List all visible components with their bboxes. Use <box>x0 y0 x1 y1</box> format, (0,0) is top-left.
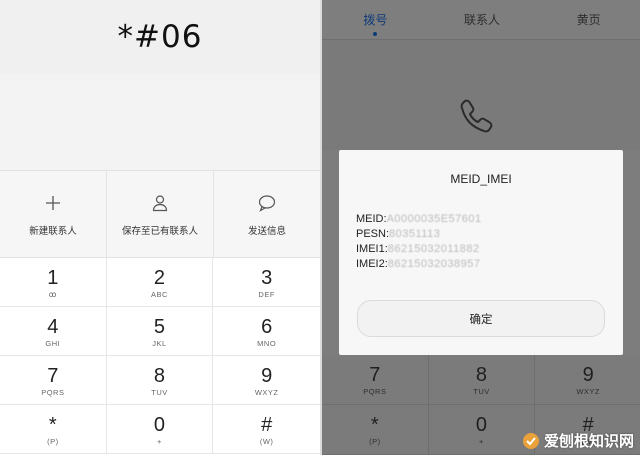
imei2-line: IMEI2:86215032038957 <box>356 257 482 272</box>
save-to-contact-label: 保存至已有联系人 <box>121 226 198 237</box>
tab-dialer[interactable]: 拨号 <box>322 0 429 39</box>
meid-line: MEID:A0000035E57601 <box>356 212 482 227</box>
phone-handset-icon <box>460 99 493 133</box>
key-0[interactable]: 0 + <box>106 405 214 454</box>
site-watermark: 爱刨根知识网 <box>522 430 634 451</box>
key-letters: (P) <box>369 437 381 446</box>
key-digit: * <box>48 413 57 436</box>
pesn-label: PESN: <box>356 228 390 240</box>
dialer-actions-row: 新建联系人 保存至已有联系人 发送信息 <box>0 170 320 258</box>
dialed-number: *#06 <box>117 19 203 55</box>
meid-label: MEID: <box>356 213 387 225</box>
key-letters: MNO <box>257 338 277 348</box>
dialog-title: MEID_IMEI <box>450 172 512 186</box>
key-digit: 0 <box>475 414 488 436</box>
dialog-body: MEID:A0000035E57601 PESN:80351113 IMEI1:… <box>356 212 482 272</box>
tab-dialer-label: 拨号 <box>363 13 388 27</box>
key-9[interactable]: 9 WXYZ <box>535 355 640 405</box>
key-5[interactable]: 5 JKL <box>106 307 214 356</box>
plus-icon <box>46 196 60 210</box>
send-message-label: 发送信息 <box>247 226 286 237</box>
key-star[interactable]: * (P) <box>0 405 107 454</box>
confirm-button[interactable]: 确定 <box>357 300 605 337</box>
key-digit: 1 <box>47 266 59 289</box>
dialer-screen-right: 拨号 联系人 黄页 7 PQRS 8 TUV 9 WXYZ * (P) 0 + # (W) … <box>322 0 640 455</box>
person-icon <box>152 195 168 212</box>
key-2[interactable]: 2 ABC <box>106 258 214 307</box>
key-digit: 2 <box>153 266 166 289</box>
key-0[interactable]: 0 + <box>428 405 536 455</box>
dialpad: 1ꝏ 2 ABC 3 DEF 4 GHI 5 JKL 6 MNO 7 PQRS 8 TUV 9… <box>0 258 320 455</box>
key-letters: PQRS <box>363 387 387 396</box>
key-letters: TUV <box>473 387 490 396</box>
key-letters: (W) <box>259 436 274 446</box>
key-letters: TUV <box>151 387 168 397</box>
key-digit: 9 <box>582 364 594 386</box>
send-message-button[interactable]: 发送信息 <box>214 171 320 257</box>
key-9[interactable]: 9 WXYZ <box>213 356 320 405</box>
meid-value: A0000035E57601 <box>386 213 482 225</box>
key-digit: 5 <box>153 315 166 338</box>
key-4[interactable]: 4 GHI <box>0 307 107 356</box>
key-letters: WXYZ <box>576 387 600 396</box>
tab-yellow-pages[interactable]: 黄页 <box>535 0 640 39</box>
key-digit: 4 <box>47 315 59 338</box>
imei2-value: 86215032038957 <box>387 258 481 270</box>
key-digit: 8 <box>475 364 488 386</box>
pesn-line: PESN:80351113 <box>356 227 482 242</box>
key-digit: * <box>370 414 379 436</box>
imei1-line: IMEI1:86215032011882 <box>356 242 482 257</box>
key-digit: 6 <box>261 315 273 338</box>
tab-contacts-label: 联系人 <box>464 13 501 27</box>
key-letters: PQRS <box>41 387 65 397</box>
key-1[interactable]: 1ꝏ <box>0 258 107 307</box>
key-3[interactable]: 3 DEF <box>213 258 320 307</box>
imei2-label: IMEI2: <box>356 258 388 270</box>
dialer-blank-area <box>0 74 320 170</box>
dialer-screen-left: *#06 新建联系人 保存至已有联系人 发送信息 1ꝏ 2 ABC 3 DEF … <box>0 0 320 455</box>
key-digit: 9 <box>261 364 273 387</box>
imei1-label: IMEI1: <box>356 243 388 255</box>
key-letters: GHI <box>45 338 61 348</box>
key-7[interactable]: 7 PQRS <box>322 355 429 405</box>
dialed-number-display: *#06 <box>0 0 320 74</box>
message-icon <box>258 195 276 212</box>
key-digit: 7 <box>369 364 381 386</box>
new-contact-button[interactable]: 新建联系人 <box>0 171 107 257</box>
key-letters: DEF <box>258 289 275 299</box>
imei1-value: 86215032011882 <box>387 243 480 255</box>
key-letters: + <box>479 437 484 446</box>
key-8[interactable]: 8 TUV <box>106 356 214 405</box>
key-digit: 7 <box>47 364 59 387</box>
key-digit: 3 <box>261 266 273 289</box>
key-star[interactable]: * (P) <box>322 405 429 455</box>
key-letters: WXYZ <box>254 387 279 397</box>
key-8[interactable]: 8 TUV <box>428 355 536 405</box>
key-letters: ABC <box>151 289 168 299</box>
tab-yellow-pages-label: 黄页 <box>576 13 601 27</box>
key-digit: 0 <box>153 413 166 436</box>
meid-imei-dialog: MEID_IMEI MEID:A0000035E57601 PESN:80351… <box>339 150 623 355</box>
key-digit: # <box>261 413 273 436</box>
key-digit: 8 <box>153 364 166 387</box>
key-letters: (P) <box>47 436 59 446</box>
key-7[interactable]: 7 PQRS <box>0 356 107 405</box>
save-to-contact-button[interactable]: 保存至已有联系人 <box>107 171 214 257</box>
key-6[interactable]: 6 MNO <box>213 307 320 356</box>
top-tab-bar: 拨号 联系人 黄页 <box>322 0 640 40</box>
watermark-text: 爱刨根知识网 <box>543 433 634 450</box>
key-letters: + <box>157 436 162 446</box>
new-contact-label: 新建联系人 <box>29 226 77 237</box>
voicemail-icon: ꝏ <box>48 289 57 299</box>
pesn-value: 80351113 <box>389 228 441 240</box>
tab-contacts[interactable]: 联系人 <box>429 0 536 39</box>
key-letters: JKL <box>152 338 167 348</box>
watermark-logo-icon <box>522 432 539 449</box>
key-hash[interactable]: # (W) <box>213 405 320 454</box>
active-tab-indicator <box>373 32 378 36</box>
